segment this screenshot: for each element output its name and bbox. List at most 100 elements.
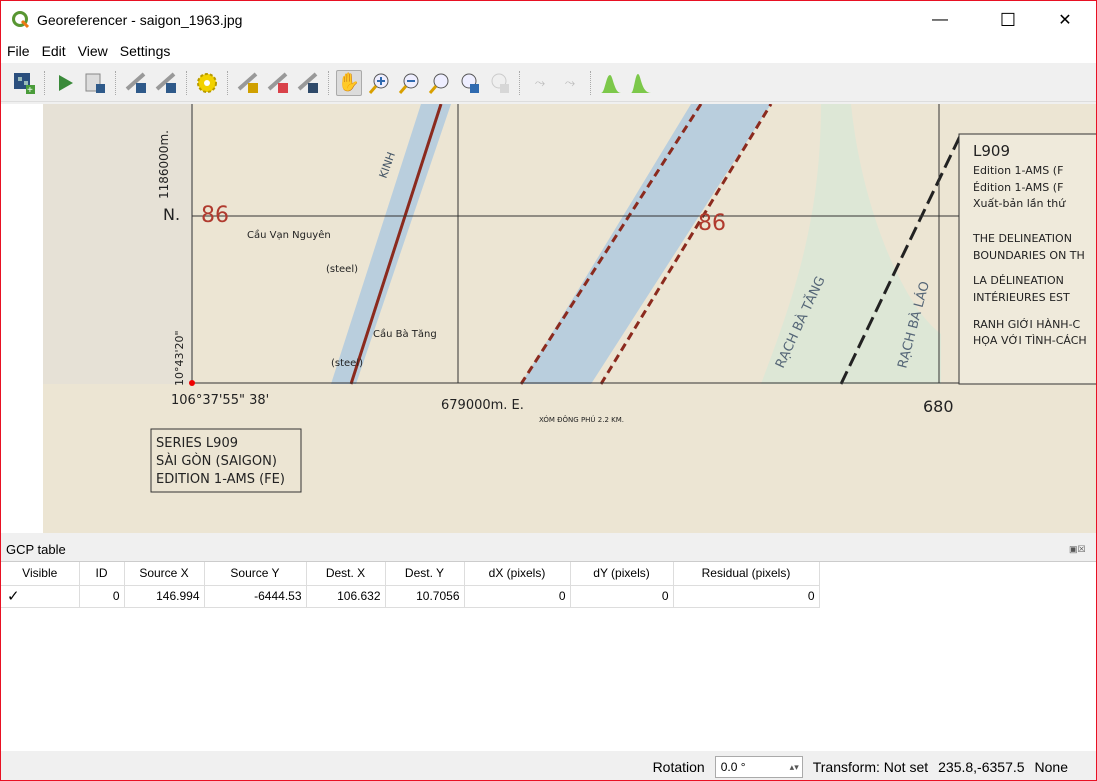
zoom-last-icon	[461, 73, 479, 93]
title-bar: Georeferencer - saigon_1963.jpg — ☐ ✕	[1, 1, 1096, 39]
cell-dy[interactable]: 0	[570, 585, 674, 608]
svg-text:N.: N.	[163, 205, 180, 224]
svg-text:(steel): (steel)	[326, 264, 358, 275]
svg-text:10°43'20": 10°43'20"	[173, 330, 186, 386]
delete-point-button[interactable]	[265, 70, 291, 96]
open-raster-icon: +	[14, 72, 35, 95]
menu-file[interactable]: File	[1, 43, 36, 59]
cell-dest-y[interactable]: 10.7056	[385, 585, 465, 608]
cell-source-x[interactable]: 146.994	[124, 585, 205, 608]
close-panel-button[interactable]: ☒	[1078, 544, 1086, 554]
svg-text:THE DELINEATION: THE DELINEATION	[972, 232, 1072, 245]
svg-text:INTÉRIEURES EST: INTÉRIEURES EST	[973, 291, 1070, 304]
menu-view[interactable]: View	[72, 43, 114, 59]
col-dy[interactable]: dY (pixels)	[570, 562, 674, 586]
svg-text:86: 86	[698, 211, 726, 236]
zoom-in-icon	[368, 73, 389, 94]
pan-button[interactable]: ✋	[336, 69, 362, 96]
zoom-to-layer-button[interactable]	[426, 70, 452, 96]
menu-edit[interactable]: Edit	[36, 43, 72, 59]
cell-dest-x[interactable]: 106.632	[306, 585, 386, 608]
col-dx[interactable]: dX (pixels)	[464, 562, 571, 586]
float-panel-button[interactable]: ▣	[1069, 544, 1078, 554]
col-visible[interactable]: Visible	[1, 562, 80, 586]
load-gcp-button[interactable]	[123, 70, 149, 96]
script-icon	[85, 73, 105, 93]
zoom-in-button[interactable]	[366, 70, 392, 96]
svg-text:(steel): (steel)	[331, 358, 363, 369]
cell-id[interactable]: 0	[79, 585, 125, 608]
zoom-next-button[interactable]	[486, 70, 512, 96]
svg-text:Cầu Vạn Nguyên: Cầu Vạn Nguyên	[247, 229, 331, 241]
histogram-icon	[631, 73, 651, 93]
raster-map[interactable]: 86 86 N. Cầu Vạn Nguyên (steel) Cầu Bà T…	[1, 104, 1096, 533]
svg-text:680: 680	[923, 397, 954, 416]
svg-text:XÓM ĐÔNG PHÚ 2.2 KM.: XÓM ĐÔNG PHÚ 2.2 KM.	[539, 415, 624, 424]
zoom-out-icon	[398, 73, 419, 94]
zoom-last-button[interactable]	[456, 70, 482, 96]
svg-text:EDITION 1-AMS (FE): EDITION 1-AMS (FE)	[156, 472, 285, 487]
svg-text:679000m. E.: 679000m. E.	[441, 398, 524, 413]
col-dest-x[interactable]: Dest. X	[306, 562, 386, 586]
svg-text:86: 86	[201, 203, 229, 228]
table-row: ✓ 0 146.994 -6444.53 106.632 10.7056 0 0…	[1, 585, 820, 608]
link-icon: ⤳	[534, 74, 546, 90]
maximize-button[interactable]: ☐	[985, 1, 1031, 39]
transformation-settings-button[interactable]	[194, 70, 220, 96]
link-icon: ⤳	[564, 74, 576, 90]
svg-text:L909: L909	[973, 142, 1010, 160]
svg-text:+: +	[27, 85, 33, 95]
svg-text:Édition 1-AMS (F: Édition 1-AMS (F	[973, 181, 1063, 194]
spin-arrows-icon[interactable]: ▴▾	[790, 762, 802, 773]
move-point-button[interactable]	[295, 70, 321, 96]
svg-text:Edition 1-AMS (F: Edition 1-AMS (F	[973, 164, 1063, 177]
window-title: Georeferencer - saigon_1963.jpg	[37, 12, 243, 28]
cell-dx[interactable]: 0	[464, 585, 571, 608]
rotation-value[interactable]: 0.0 °	[721, 760, 746, 774]
rotation-spinbox[interactable]: 0.0 ° ▴▾	[714, 756, 803, 778]
col-residual[interactable]: Residual (pixels)	[673, 562, 820, 586]
transform-status: Transform: Not set	[812, 759, 929, 775]
zoom-next-icon	[491, 73, 509, 93]
svg-text:HỌA VỚI TÌNH-CÁCH: HỌA VỚI TÌNH-CÁCH	[973, 334, 1087, 347]
zoom-out-button[interactable]	[396, 70, 422, 96]
col-source-y[interactable]: Source Y	[204, 562, 307, 586]
add-point-button[interactable]	[235, 70, 261, 96]
histogram-icon	[601, 74, 621, 93]
close-button[interactable]: ✕	[1042, 1, 1088, 39]
generate-gdal-script-button[interactable]	[82, 70, 108, 96]
play-icon	[59, 74, 73, 91]
crs-status[interactable]: None	[1035, 759, 1068, 775]
minimize-button[interactable]: —	[917, 1, 963, 39]
start-georeferencing-button[interactable]	[52, 70, 78, 96]
svg-text:RANH GIỚI HÀNH-C: RANH GIỚI HÀNH-C	[973, 318, 1081, 331]
svg-text:106°37'55" 38': 106°37'55" 38'	[171, 393, 269, 408]
col-dest-y[interactable]: Dest. Y	[385, 562, 465, 586]
full-histogram-stretch-button[interactable]	[598, 70, 624, 96]
col-id[interactable]: ID	[79, 562, 125, 586]
delete-point-icon	[267, 72, 288, 93]
svg-text:SERIES L909: SERIES L909	[156, 436, 238, 451]
move-point-icon	[297, 72, 318, 93]
svg-text:LA DÉLINEATION: LA DÉLINEATION	[973, 274, 1064, 287]
cell-source-y[interactable]: -6444.53	[204, 585, 307, 608]
open-raster-button[interactable]: +	[11, 70, 37, 96]
map-canvas[interactable]: 86 86 N. Cầu Vạn Nguyên (steel) Cầu Bà T…	[1, 104, 1096, 533]
col-source-x[interactable]: Source X	[124, 562, 205, 586]
local-histogram-stretch-button[interactable]	[628, 70, 654, 96]
gcp-table: Visible ID Source X Source Y Dest. X Des…	[1, 561, 1096, 751]
gear-icon	[197, 72, 217, 93]
link-georef-to-qgis-button[interactable]: ⤳	[527, 70, 553, 96]
save-gcp-icon	[155, 72, 176, 93]
qgis-logo-icon	[12, 11, 30, 29]
menu-settings[interactable]: Settings	[114, 43, 177, 59]
zoom-layer-icon	[428, 73, 449, 94]
toolbar: + ✋ ⤳ ⤳	[1, 64, 1096, 102]
svg-text:SÀI GÒN (SAIGON): SÀI GÒN (SAIGON)	[156, 453, 277, 469]
svg-text:Xuất-bản lần thứ: Xuất-bản lần thứ	[973, 197, 1066, 210]
visible-checkbox[interactable]: ✓	[1, 585, 80, 608]
link-qgis-to-georef-button[interactable]: ⤳	[557, 70, 583, 96]
save-gcp-button[interactable]	[153, 70, 179, 96]
cell-residual[interactable]: 0	[673, 585, 820, 608]
rotation-label: Rotation	[652, 759, 705, 775]
